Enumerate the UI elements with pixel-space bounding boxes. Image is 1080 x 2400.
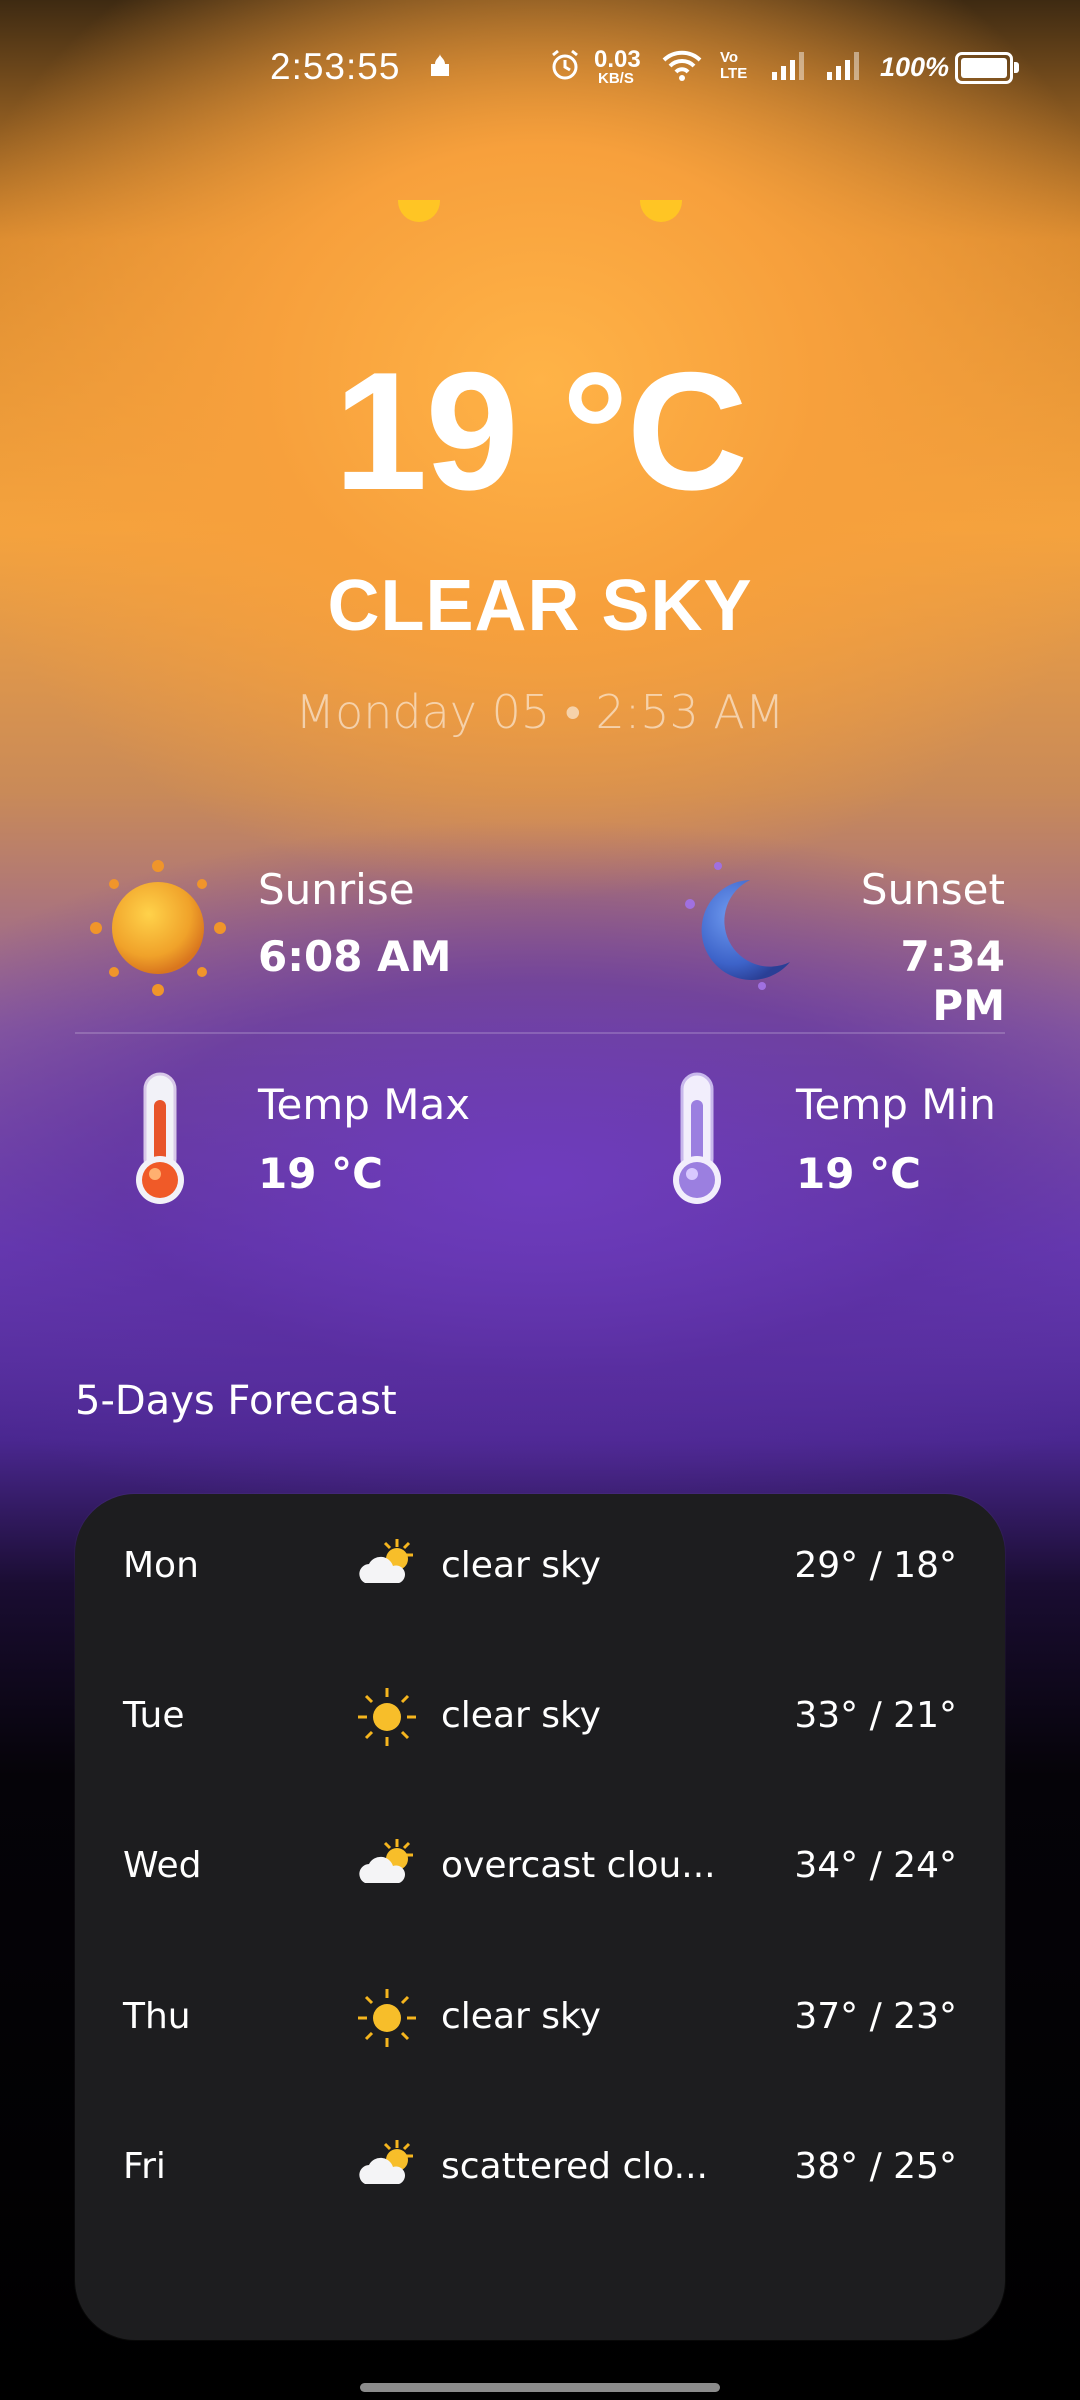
sun-glow-right [640,200,682,222]
forecast-row-fri[interactable]: Fri scattered clo... 38° / 25° [75,2118,1005,2218]
status-bar: 2:53:55 0.03 KB/S Vo LTE 100% [0,0,1080,136]
forecast-day: Wed [123,1845,202,1886]
moon-icon [672,858,802,998]
battery-percentage: 100% [880,52,950,82]
temp-max-value: 19 °C [258,1149,383,1198]
partly-cloudy-icon [355,2136,419,2200]
date-time: Monday 05 • 2:53 AM [295,685,785,739]
current-temperature: 19 °C [333,337,748,525]
temp-min-stat: Temp Min 19 °C [796,1080,996,1198]
thermometer-cold-icon [662,1070,732,1210]
forecast-range: 29° / 18° [794,1545,957,1586]
temp-max-stat: Temp Max 19 °C [258,1080,470,1198]
forecast-day: Tue [123,1695,185,1736]
forecast-desc: scattered clo... [441,2146,708,2187]
partly-cloudy-icon [355,1535,419,1599]
mosque-icon [425,50,455,85]
forecast-row-wed[interactable]: Wed overcast clou... 34° / 24° [75,1817,1005,1917]
forecast-card: Mon clear sky 29° / 18° Tue clear sky 33… [75,1494,1005,2340]
thermometer-hot-icon [125,1070,195,1210]
home-indicator[interactable] [360,2383,720,2392]
forecast-range: 38° / 25° [794,2146,957,2187]
sunrise-value: 6:08 AM [258,932,452,981]
sun-glow-left [398,200,440,222]
sun-icon [355,1685,419,1749]
forecast-day: Mon [123,1545,199,1586]
temp-min-label: Temp Min [796,1080,996,1129]
weather-condition: CLEAR SKY [327,566,753,646]
temp-min-value: 19 °C [796,1149,921,1198]
forecast-desc: overcast clou... [441,1845,716,1886]
battery-icon [955,52,1019,84]
forecast-range: 37° / 23° [794,1996,957,2037]
forecast-title: 5-Days Forecast [75,1378,397,1424]
sun-icon [88,858,228,998]
sunset-label: Sunset [860,865,1005,914]
forecast-day: Thu [123,1996,191,2037]
network-speed-unit: KB/S [598,70,634,87]
sunset-value: 7:34 PM [900,932,1005,1030]
temp-max-label: Temp Max [258,1080,471,1129]
status-time: 2:53:55 [270,46,401,87]
partly-cloudy-icon [355,1835,419,1899]
sunset-stat: Sunset 7:34 PM [830,865,1005,1030]
volte-indicator: Vo LTE [720,49,748,82]
forecast-desc: clear sky [441,1996,601,2037]
forecast-range: 33° / 21° [794,1695,957,1736]
forecast-desc: clear sky [441,1545,601,1586]
sun-icon [355,1986,419,2050]
stats-divider [75,1032,1005,1034]
sunrise-label: Sunrise [258,865,415,914]
forecast-row-thu[interactable]: Thu clear sky 37° / 23° [75,1968,1005,2068]
wifi-icon [662,48,702,87]
alarm-icon [548,48,582,87]
signal-icon [825,48,865,87]
forecast-row-mon[interactable]: Mon clear sky 29° / 18° [75,1517,1005,1617]
forecast-day: Fri [123,2146,166,2187]
forecast-row-tue[interactable]: Tue clear sky 33° / 21° [75,1667,1005,1767]
sunrise-stat: Sunrise 6:08 AM [258,865,451,981]
forecast-range: 34° / 24° [794,1845,957,1886]
forecast-desc: clear sky [441,1695,601,1736]
signal-icon [770,48,810,87]
